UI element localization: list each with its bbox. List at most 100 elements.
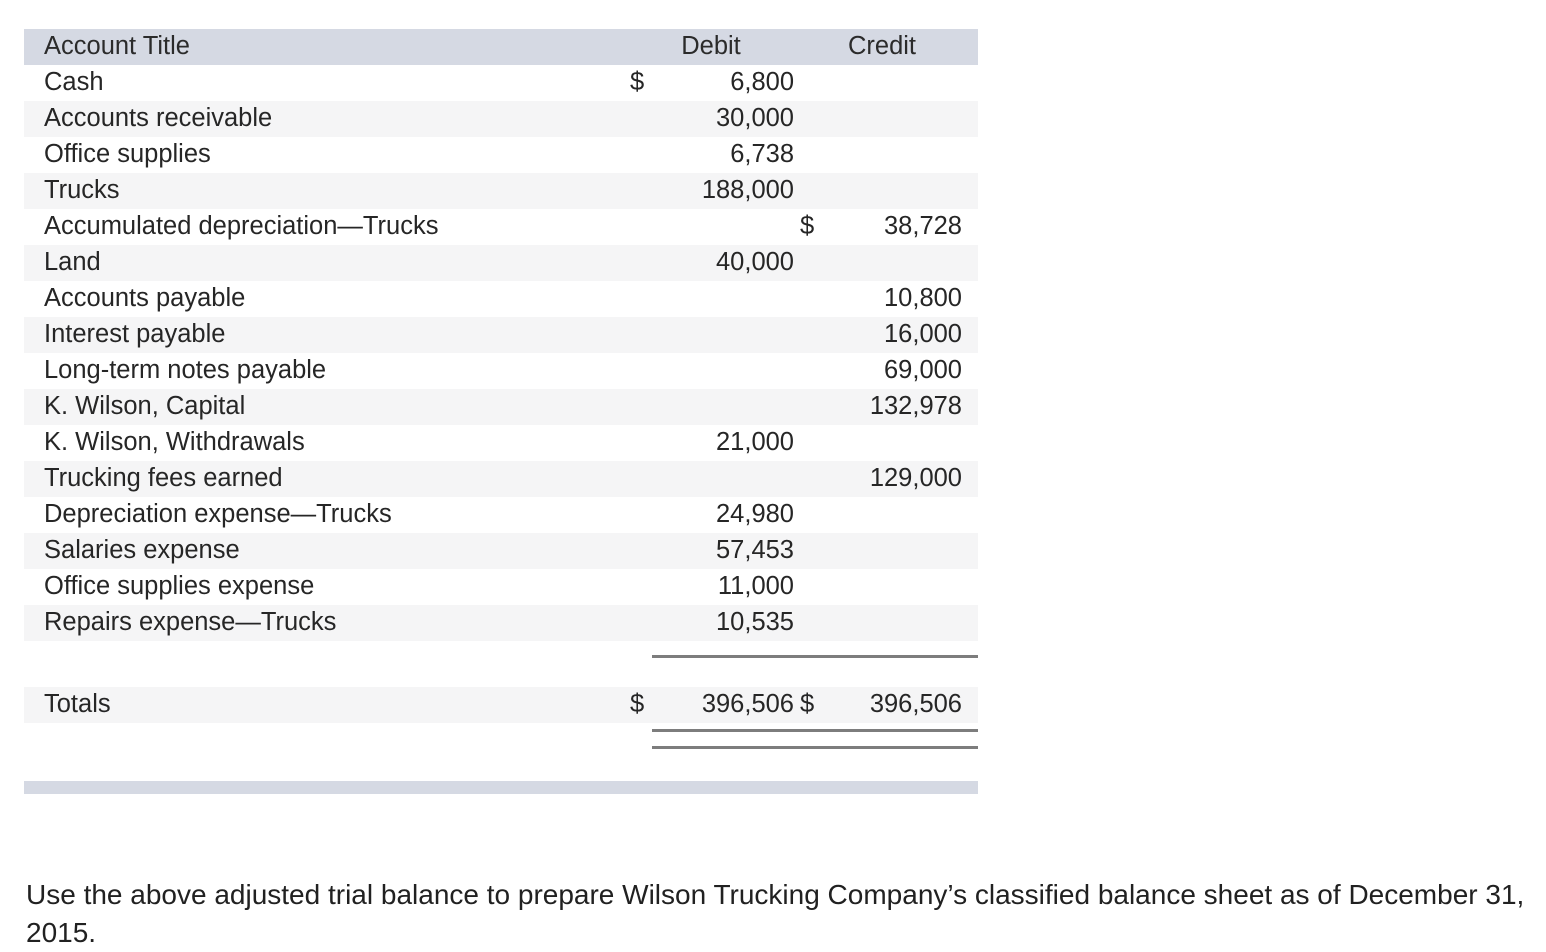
adjusted-trial-balance-table-wrapper: Account Title Debit Credit Cash $6,800 Acc… [24, 29, 978, 723]
adjusted-trial-balance-table: Account Title Debit Credit Cash $6,800 Acc… [24, 29, 978, 723]
spacer-cell [24, 641, 628, 687]
credit-currency-symbol [798, 425, 824, 461]
credit-amount-cell [824, 173, 978, 209]
debit-amount-cell: 24,980 [716, 500, 794, 529]
credit-amount-cell: 38,728 [884, 212, 962, 241]
account-title-cell: Trucks [44, 176, 120, 205]
credit-currency-symbol [798, 317, 824, 353]
credit-amount-cell [824, 533, 978, 569]
account-title-cell: Interest payable [44, 320, 226, 349]
totals-debit-amount: 396,506 [701, 690, 794, 719]
spacer-cell [654, 641, 798, 687]
credit-currency-symbol [798, 101, 824, 137]
table-row: Cash $6,800 [24, 65, 978, 101]
table-body: Cash $6,800 Accounts receivable 30,000 Offic… [24, 65, 978, 723]
instruction-text: Use the above adjusted trial balance to … [26, 879, 1525, 948]
credit-currency-symbol [798, 389, 824, 425]
debit-currency-symbol [628, 533, 654, 569]
credit-amount-cell: 69,000 [884, 356, 962, 385]
debit-amount-cell: 6,738 [730, 140, 794, 169]
totals-row: Totals $396,506 $396,506 [24, 687, 978, 723]
debit-amount-cell: 6,800 [730, 68, 794, 97]
debit-currency-symbol [628, 425, 654, 461]
totals-bottom-rule-first [652, 729, 978, 732]
debit-amount-cell: 11,000 [717, 572, 794, 601]
credit-currency-symbol: $ [800, 212, 815, 241]
debit-currency-symbol [628, 245, 654, 281]
account-title-cell: Office supplies expense [44, 572, 315, 601]
totals-debit-currency-symbol: $ [630, 690, 645, 719]
debit-currency-symbol [628, 281, 654, 317]
debit-currency-symbol [628, 353, 654, 389]
credit-currency-symbol [798, 569, 824, 605]
spacer-row [24, 641, 978, 687]
account-title-cell: K. Wilson, Withdrawals [44, 428, 305, 457]
account-title-cell: Cash [44, 68, 104, 97]
debit-amount-cell [654, 317, 798, 353]
debit-currency-symbol [628, 569, 654, 605]
debit-currency-symbol [628, 497, 654, 533]
credit-currency-symbol [798, 245, 824, 281]
account-title-cell: Depreciation expense—Trucks [44, 500, 392, 529]
credit-amount-cell: 129,000 [869, 464, 962, 493]
credit-amount-cell [824, 101, 978, 137]
table-row: Long-term notes payable 69,000 [24, 353, 978, 389]
credit-amount-cell [824, 497, 978, 533]
totals-credit-currency-symbol: $ [800, 690, 815, 719]
credit-currency-symbol [798, 605, 824, 641]
debit-currency-symbol [628, 389, 654, 425]
column-header-credit: Credit [798, 29, 978, 65]
debit-amount-cell: 21,000 [716, 428, 794, 457]
debit-amount-cell [654, 209, 798, 245]
credit-currency-symbol [798, 497, 824, 533]
table-row: Depreciation expense—Trucks 24,980 [24, 497, 978, 533]
debit-amount-cell: 188,000 [701, 176, 794, 205]
totals-label: Totals [44, 690, 111, 719]
table-row: Accumulated depreciation—Trucks $38,728 [24, 209, 978, 245]
table-row: Trucking fees earned 129,000 [24, 461, 978, 497]
table-row: K. Wilson, Withdrawals 21,000 [24, 425, 978, 461]
credit-amount-cell [824, 425, 978, 461]
credit-currency-symbol [798, 461, 824, 497]
spacer-cell [824, 641, 978, 687]
table-row: Repairs expense—Trucks 10,535 [24, 605, 978, 641]
credit-currency-symbol [798, 137, 824, 173]
credit-amount-cell [824, 137, 978, 173]
account-title-cell: Office supplies [44, 140, 211, 169]
credit-amount-cell [824, 65, 978, 101]
account-title-cell: Trucking fees earned [44, 464, 283, 493]
account-title-cell: Accumulated depreciation—Trucks [44, 212, 439, 241]
debit-currency-symbol [628, 173, 654, 209]
table-header: Account Title Debit Credit [24, 29, 978, 65]
debit-currency-symbol [628, 605, 654, 641]
credit-amount-cell: 132,978 [869, 392, 962, 421]
totals-bottom-rule-second [652, 746, 978, 749]
table-row: K. Wilson, Capital 132,978 [24, 389, 978, 425]
table-row: Accounts receivable 30,000 [24, 101, 978, 137]
debit-currency-symbol [628, 137, 654, 173]
debit-amount-cell [654, 353, 798, 389]
debit-amount-cell: 40,000 [716, 248, 794, 277]
debit-amount-cell: 10,535 [716, 608, 794, 637]
debit-amount-cell [654, 389, 798, 425]
totals-top-rule [652, 655, 978, 658]
credit-amount-cell: 16,000 [884, 320, 962, 349]
debit-amount-cell [654, 281, 798, 317]
table-row: Accounts payable 10,800 [24, 281, 978, 317]
credit-currency-symbol [798, 281, 824, 317]
debit-amount-cell [654, 461, 798, 497]
account-title-cell: Accounts payable [44, 284, 246, 313]
table-row: Salaries expense 57,453 [24, 533, 978, 569]
debit-currency-symbol [628, 209, 654, 245]
debit-currency-symbol: $ [630, 68, 645, 97]
totals-credit-amount: 396,506 [869, 690, 962, 719]
debit-currency-symbol [628, 101, 654, 137]
debit-amount-cell: 57,453 [716, 536, 794, 565]
table-row: Office supplies expense 11,000 [24, 569, 978, 605]
credit-amount-cell [824, 569, 978, 605]
credit-amount-cell [824, 245, 978, 281]
table-row: Office supplies 6,738 [24, 137, 978, 173]
spacer-cell [798, 641, 824, 687]
credit-currency-symbol [798, 173, 824, 209]
credit-amount-cell [824, 605, 978, 641]
